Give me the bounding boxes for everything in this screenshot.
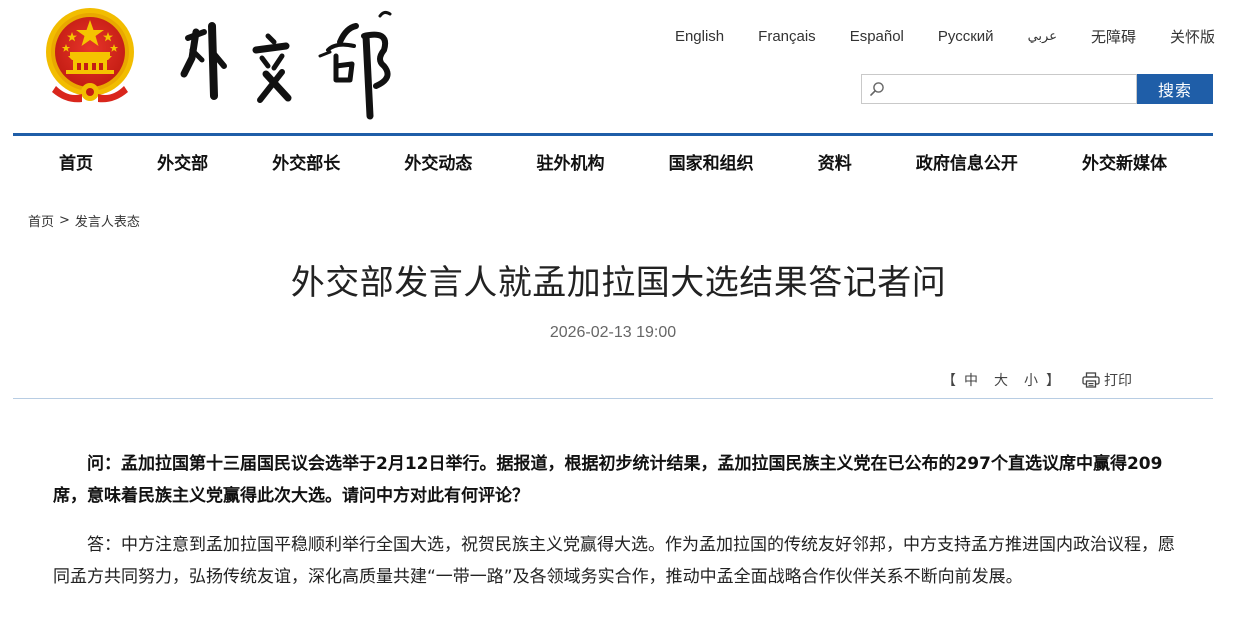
font-size-medium-button[interactable]: 大 <box>994 370 1008 390</box>
national-emblem-icon[interactable] <box>42 6 138 106</box>
lang-link-care-mode[interactable]: 关怀版 <box>1170 26 1215 47</box>
nav-item-gov-info[interactable]: 政府信息公开 <box>916 149 1018 174</box>
print-label: 打印 <box>1104 373 1132 389</box>
breadcrumb-home[interactable]: 首页 <box>28 211 54 230</box>
search-icon <box>870 82 884 96</box>
search-box <box>861 74 1137 104</box>
font-size-bracket-close: 】 <box>1046 373 1060 389</box>
lang-link-french[interactable]: Français <box>758 28 816 45</box>
lang-link-arabic[interactable]: عربي <box>1028 28 1057 44</box>
printer-icon <box>1082 372 1100 388</box>
nav-item-minister[interactable]: 外交部长 <box>272 149 340 174</box>
lang-link-english[interactable]: English <box>675 28 724 45</box>
nav-item-diplomatic-news[interactable]: 外交动态 <box>404 149 472 174</box>
font-size-bracket-open: 【 <box>942 373 956 389</box>
main-nav: 首页 外交部 外交部长 外交动态 驻外机构 国家和组织 资料 政府信息公开 外交… <box>13 136 1213 186</box>
lang-link-russian[interactable]: Русский <box>938 28 994 45</box>
article-tools: 【 中 大 小 】 打印 <box>942 370 1132 390</box>
calligraphy-logo[interactable] <box>170 6 410 122</box>
search-input[interactable] <box>889 75 1136 103</box>
article-date: 2026-02-13 19:00 <box>549 324 677 341</box>
search-button[interactable]: 搜索 <box>1137 74 1213 104</box>
breadcrumb-spokesperson[interactable]: 发言人表态 <box>75 211 140 230</box>
breadcrumb: 首页 > 发言人表态 <box>28 211 140 230</box>
content-divider <box>13 398 1213 399</box>
nav-item-countries-organizations[interactable]: 国家和组织 <box>669 149 754 174</box>
breadcrumb-separator: > <box>59 213 70 228</box>
language-bar: English Français Español Русский عربي 无障… <box>675 26 1215 46</box>
nav-item-resources[interactable]: 资料 <box>818 149 852 174</box>
nav-item-home[interactable]: 首页 <box>59 149 93 174</box>
nav-item-missions-overseas[interactable]: 驻外机构 <box>537 149 605 174</box>
nav-item-ministry[interactable]: 外交部 <box>157 149 208 174</box>
page-title: 外交部发言人就孟加拉国大选结果答记者问 <box>290 263 947 303</box>
question-paragraph: 问：孟加拉国第十三届国民议会选举于2月12日举行。据报道，根据初步统计结果，孟加… <box>53 454 1163 506</box>
nav-item-new-media[interactable]: 外交新媒体 <box>1082 149 1167 174</box>
print-button[interactable]: 打印 <box>1082 370 1132 390</box>
article-content: 问：孟加拉国第十三届国民议会选举于2月12日举行。据报道，根据初步统计结果，孟加… <box>53 448 1178 610</box>
site-header: English Français Español Русский عربي 无障… <box>0 0 1237 135</box>
lang-link-accessibility[interactable]: 无障碍 <box>1091 26 1136 47</box>
lang-link-spanish[interactable]: Español <box>850 28 904 45</box>
font-size-large-button[interactable]: 中 <box>964 370 978 390</box>
answer-paragraph: 答：中方注意到孟加拉国平稳顺利举行全国大选，祝贺民族主义党赢得大选。作为孟加拉国… <box>53 535 1175 587</box>
font-size-small-button[interactable]: 小 <box>1024 370 1038 390</box>
